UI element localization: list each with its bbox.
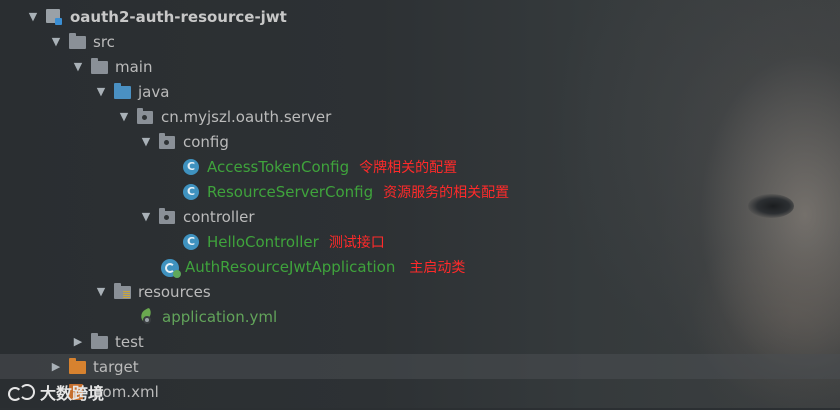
annotation-note: 测试接口 <box>328 234 385 251</box>
file-label: application.yml <box>162 307 278 326</box>
expand-arrow-icon[interactable]: ▼ <box>49 35 63 49</box>
expand-arrow-icon[interactable]: ▼ <box>71 60 85 74</box>
watermark-logo-icon <box>8 382 35 402</box>
annotation-note: 令牌相关的配置 <box>359 159 458 176</box>
folder-label: resources <box>138 282 211 301</box>
tree-row-test[interactable]: ▶ test <box>0 329 840 354</box>
expand-arrow-icon[interactable]: ▼ <box>26 10 40 24</box>
tree-row-target[interactable]: ▶ target <box>0 354 840 379</box>
package-icon <box>159 132 177 150</box>
folder-label: src <box>93 32 115 51</box>
spring-boot-app-icon <box>161 258 181 278</box>
annotation-note: 资源服务的相关配置 <box>383 184 510 201</box>
folder-label: java <box>138 82 170 101</box>
tree-row-application-yml[interactable]: application.yml <box>0 304 840 329</box>
module-label: oauth2-auth-resource-jwt <box>70 7 287 26</box>
expand-arrow-icon[interactable]: ▼ <box>139 210 153 224</box>
expand-arrow-icon[interactable]: ▼ <box>139 135 153 149</box>
collapse-arrow-icon[interactable]: ▶ <box>71 335 85 349</box>
tree-row-java[interactable]: ▼ java <box>0 79 840 104</box>
tree-row-controller[interactable]: ▼ controller <box>0 204 840 229</box>
watermark-text: 大数跨境 <box>40 384 105 403</box>
expand-arrow-icon[interactable]: ▼ <box>117 110 131 124</box>
package-label: controller <box>183 207 255 226</box>
package-icon <box>159 207 177 225</box>
folder-label: test <box>115 332 144 351</box>
class-label: AuthResourceJwtApplication <box>185 257 396 276</box>
tree-row-main[interactable]: ▼ main <box>0 54 840 79</box>
class-icon: C <box>183 183 201 200</box>
source-folder-icon <box>114 82 132 100</box>
excluded-folder-icon <box>69 357 87 375</box>
tree-row-access-token-config[interactable]: C AccessTokenConfig 令牌相关的配置 <box>0 154 840 179</box>
tree-row-config[interactable]: ▼ config <box>0 129 840 154</box>
annotation-note: 主启动类 <box>409 259 466 276</box>
package-label: config <box>183 132 229 151</box>
package-label: cn.myjszl.oauth.server <box>161 107 332 126</box>
tree-row-module[interactable]: ▼ oauth2-auth-resource-jwt <box>0 4 840 29</box>
collapse-arrow-icon[interactable]: ▶ <box>49 360 63 374</box>
class-label: HelloController <box>207 232 319 251</box>
resources-folder-icon <box>114 282 132 300</box>
class-label: AccessTokenConfig <box>207 157 350 176</box>
class-icon: C <box>183 158 201 175</box>
module-icon <box>46 8 64 25</box>
tree-row-application[interactable]: AuthResourceJwtApplication 主启动类 <box>0 254 840 279</box>
folder-label: main <box>115 57 153 76</box>
tree-row-pom[interactable]: pom.xml <box>0 379 840 404</box>
folder-label: target <box>93 357 139 376</box>
folder-icon <box>91 57 109 75</box>
folder-icon <box>91 332 109 350</box>
tree-row-resources[interactable]: ▼ resources <box>0 279 840 304</box>
tree-row-src[interactable]: ▼ src <box>0 29 840 54</box>
tree-row-package[interactable]: ▼ cn.myjszl.oauth.server <box>0 104 840 129</box>
expand-arrow-icon[interactable]: ▼ <box>94 285 108 299</box>
class-label: ResourceServerConfig <box>207 182 374 201</box>
tree-row-resource-server-config[interactable]: C ResourceServerConfig 资源服务的相关配置 <box>0 179 840 204</box>
yml-file-icon <box>138 309 156 325</box>
package-icon <box>137 107 155 125</box>
expand-arrow-icon[interactable]: ▼ <box>94 85 108 99</box>
tree-row-hello-controller[interactable]: C HelloController 测试接口 <box>0 229 840 254</box>
watermark: 大数跨境 <box>8 380 104 404</box>
project-tree: ▼ oauth2-auth-resource-jwt ▼ src ▼ main … <box>0 0 840 408</box>
class-icon: C <box>183 233 201 250</box>
folder-icon <box>69 32 87 50</box>
